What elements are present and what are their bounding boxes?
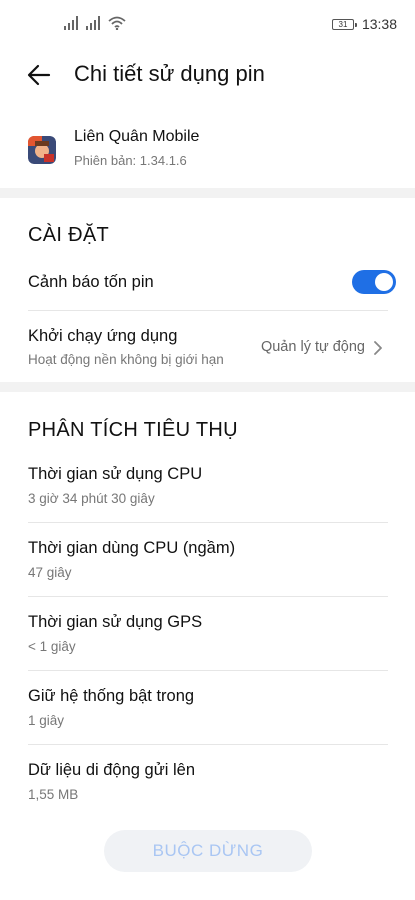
gps-time-label: Thời gian sử dụng GPS (28, 613, 203, 631)
cpu-background-value: 47 giây (28, 565, 72, 580)
row-divider (28, 596, 388, 597)
battery-warning-label: Cảnh báo tốn pin (28, 273, 154, 291)
cpu-time-label: Thời gian sử dụng CPU (28, 465, 203, 483)
signal-icon (86, 16, 100, 30)
page-title: Chi tiết sử dụng pin (74, 61, 265, 86)
battery-level: 31 (338, 19, 348, 29)
app-name: Liên Quân Mobile (74, 128, 200, 145)
status-right: 31 13:38 (331, 16, 397, 32)
section-divider (0, 382, 415, 392)
cpu-background-label: Thời gian dùng CPU (ngầm) (28, 539, 236, 557)
status-icons (64, 16, 126, 30)
app-launch-sub: Hoạt động nền không bị giới hạn (28, 352, 224, 367)
clock: 13:38 (361, 16, 397, 32)
mobile-data-value: 1,55 MB (28, 787, 79, 802)
force-stop-button[interactable]: BUỘC DỪNG (104, 830, 312, 872)
row-divider (28, 310, 388, 311)
signal-icon (64, 16, 78, 30)
status-bar: 31 13:38 (0, 0, 415, 50)
row-divider (28, 522, 388, 523)
app-launch-action: Quản lý tự động (260, 339, 365, 355)
cpu-time-value: 3 giờ 34 phút 30 giây (28, 491, 155, 506)
battery-icon: 31 (331, 18, 357, 30)
wake-time-label: Giữ hệ thống bật trong (28, 687, 195, 705)
force-stop-label: BUỘC DỪNG (152, 841, 264, 860)
analysis-section-title: PHÂN TÍCH TIÊU THỤ (28, 419, 238, 441)
app-icon (28, 136, 56, 164)
row-divider (28, 744, 388, 745)
row-divider (28, 670, 388, 671)
back-arrow-icon[interactable] (26, 62, 52, 88)
battery-warning-toggle[interactable] (352, 270, 396, 294)
gps-time-value: < 1 giây (28, 639, 76, 654)
toggle-knob (375, 273, 393, 291)
app-launch-label: Khởi chạy ứng dụng (28, 327, 178, 345)
app-info: Liên Quân Mobile Phiên bản: 1.34.1.6 (0, 120, 415, 180)
settings-section-title: CÀI ĐẶT (28, 224, 109, 246)
header: Chi tiết sử dụng pin (0, 50, 415, 100)
wake-time-value: 1 giây (28, 713, 65, 728)
wifi-icon (108, 16, 126, 30)
section-divider (0, 188, 415, 198)
mobile-data-label: Dữ liệu di động gửi lên (28, 761, 196, 779)
app-version: Phiên bản: 1.34.1.6 (74, 153, 187, 168)
chevron-right-icon (374, 341, 382, 355)
